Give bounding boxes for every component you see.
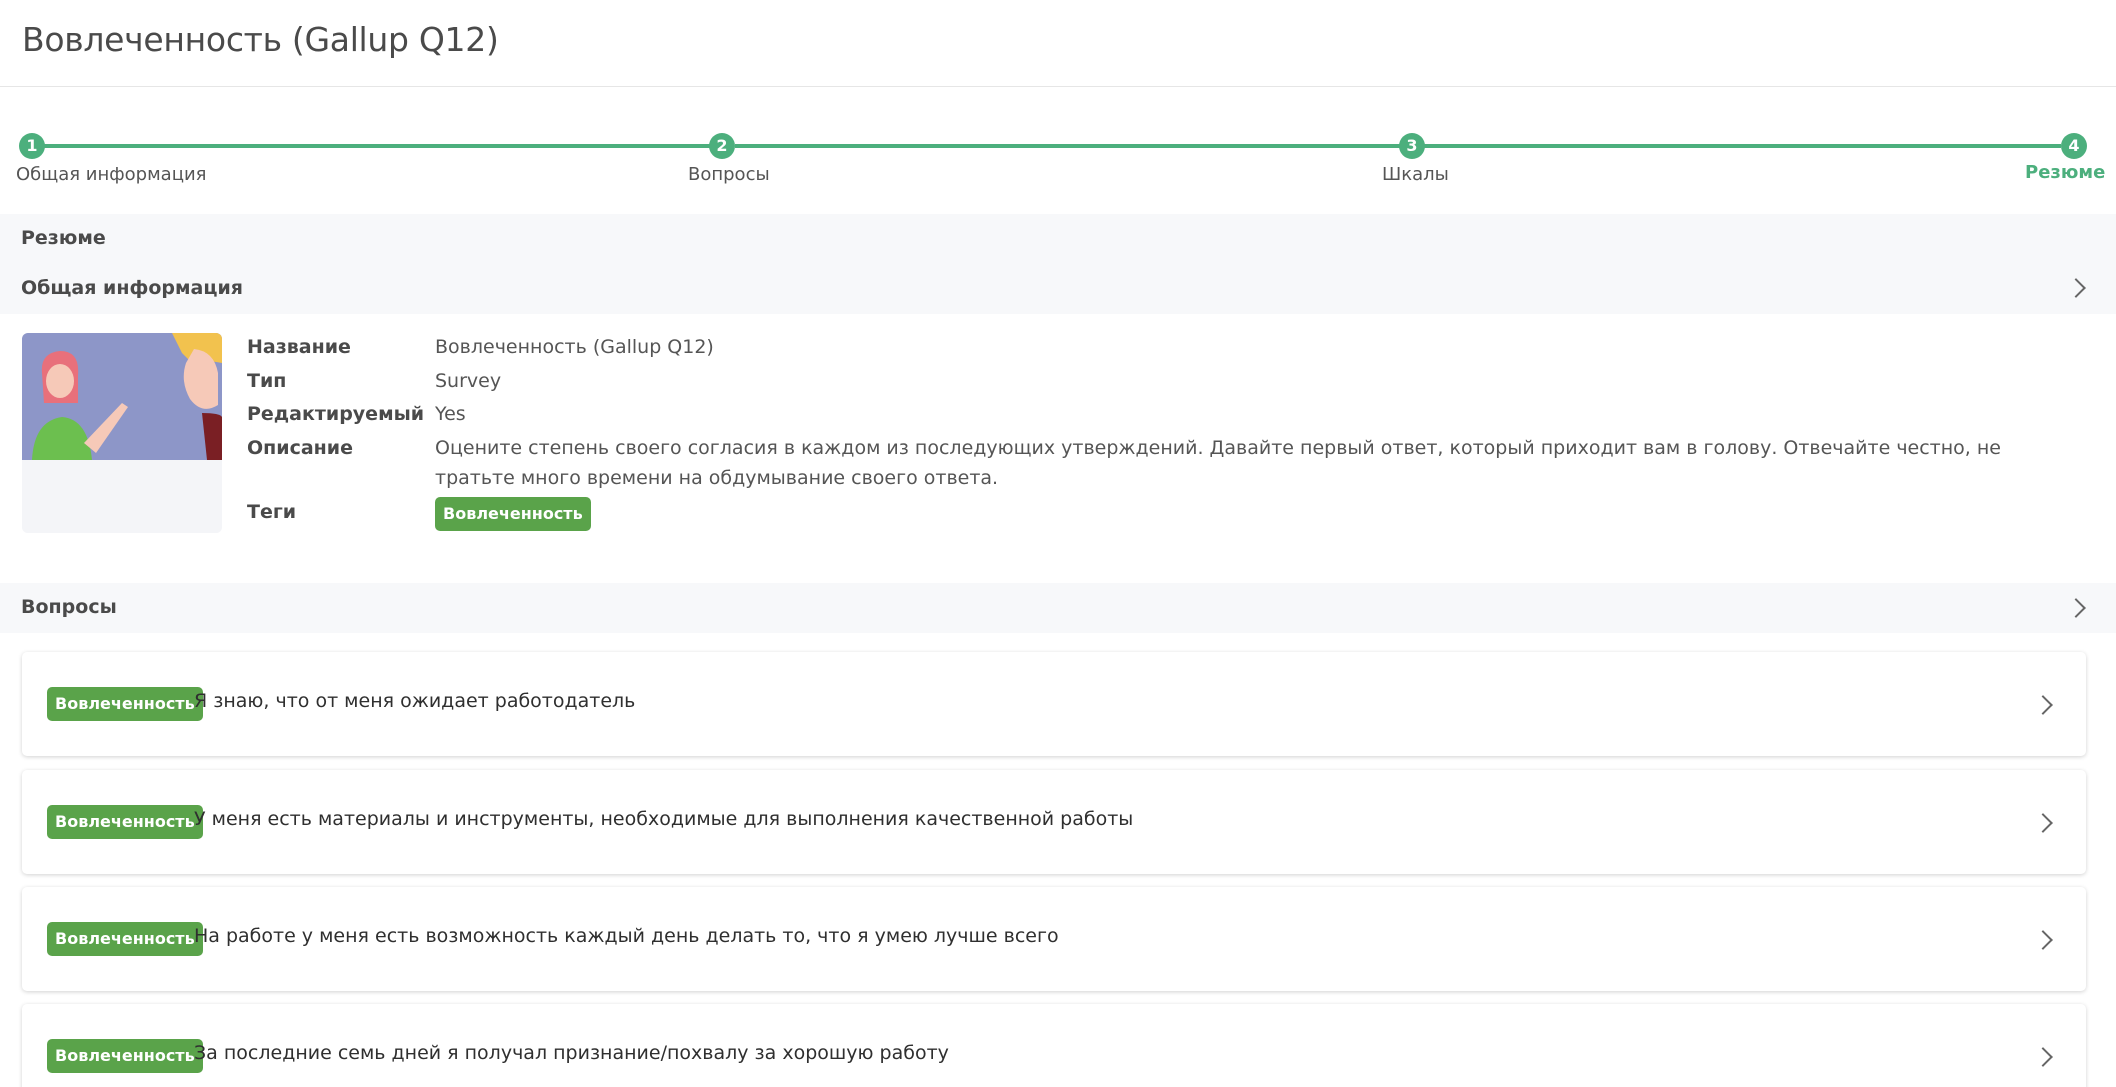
chevron-right-icon[interactable] bbox=[2033, 930, 2053, 950]
question-text: На работе у меня есть возможность каждый… bbox=[194, 925, 1059, 947]
chevron-right-icon[interactable] bbox=[2066, 598, 2086, 618]
step-4-label[interactable]: Резюме bbox=[2025, 162, 2105, 183]
question-text: Я знаю, что от меня ожидает работодатель bbox=[194, 690, 636, 712]
type-value: Survey bbox=[435, 370, 502, 392]
survey-illustration bbox=[22, 333, 222, 533]
question-tag-badge: Вовлеченность bbox=[47, 805, 203, 839]
tag-list: Вовлеченность bbox=[435, 497, 591, 531]
step-3-indicator[interactable]: 3 bbox=[1399, 133, 1425, 159]
questions-title[interactable]: Вопросы bbox=[21, 596, 117, 618]
step-connector bbox=[1424, 144, 2061, 148]
summary-header: Резюме Общая информация bbox=[0, 214, 2116, 314]
chevron-right-icon[interactable] bbox=[2033, 1047, 2053, 1067]
step-connector bbox=[44, 144, 714, 148]
page-header: Вовлеченность (Gallup Q12) bbox=[0, 0, 2116, 87]
step-2-indicator[interactable]: 2 bbox=[709, 133, 735, 159]
step-1-label[interactable]: Общая информация bbox=[16, 164, 207, 185]
step-1-indicator[interactable]: 1 bbox=[19, 133, 45, 159]
step-connector bbox=[735, 144, 1402, 148]
chevron-right-icon[interactable] bbox=[2066, 278, 2086, 298]
question-card[interactable]: Вовлеченность За последние семь дней я п… bbox=[22, 1004, 2086, 1087]
question-tag-badge: Вовлеченность bbox=[47, 1039, 203, 1073]
description-value-line-1: Оцените степень своего согласия в каждом… bbox=[435, 437, 2001, 459]
question-card[interactable]: Вовлеченность У меня есть материалы и ин… bbox=[22, 770, 2086, 874]
step-3-label[interactable]: Шкалы bbox=[1382, 164, 1449, 185]
editable-label: Редактируемый bbox=[247, 403, 425, 425]
survey-thumbnail bbox=[22, 333, 222, 533]
summary-title: Резюме bbox=[21, 227, 106, 249]
name-value: Вовлеченность (Gallup Q12) bbox=[435, 336, 714, 358]
question-text: У меня есть материалы и инструменты, нео… bbox=[194, 808, 1134, 830]
type-label: Тип bbox=[247, 370, 287, 392]
wizard-stepper: 1 Общая информация 2 Вопросы 3 Шкалы 4 Р… bbox=[0, 128, 2116, 198]
tags-label: Теги bbox=[247, 501, 297, 523]
questions-header: Вопросы bbox=[0, 583, 2116, 633]
question-tag-badge: Вовлеченность bbox=[47, 687, 203, 721]
editable-value: Yes bbox=[435, 403, 466, 425]
question-tag-badge: Вовлеченность bbox=[47, 922, 203, 956]
general-info-title[interactable]: Общая информация bbox=[21, 277, 243, 299]
chevron-right-icon[interactable] bbox=[2033, 813, 2053, 833]
description-value-line-2: тратьте много времени на обдумывание сво… bbox=[435, 467, 999, 489]
page-title: Вовлеченность (Gallup Q12) bbox=[22, 20, 499, 59]
question-card[interactable]: Вовлеченность Я знаю, что от меня ожидае… bbox=[22, 652, 2086, 756]
step-2-label[interactable]: Вопросы bbox=[688, 164, 770, 185]
question-text: За последние семь дней я получал признан… bbox=[194, 1042, 949, 1064]
step-4-indicator[interactable]: 4 bbox=[2061, 133, 2087, 159]
name-label: Название bbox=[247, 336, 351, 358]
question-card[interactable]: Вовлеченность На работе у меня есть возм… bbox=[22, 887, 2086, 991]
tag-badge: Вовлеченность bbox=[435, 497, 591, 531]
description-label: Описание bbox=[247, 437, 354, 459]
chevron-right-icon[interactable] bbox=[2033, 695, 2053, 715]
